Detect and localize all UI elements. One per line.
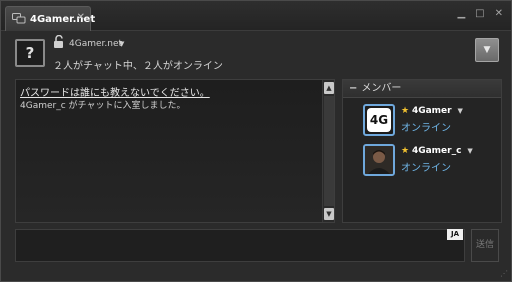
member-item[interactable]: ★ 4Gamer_c ▼ オンライン <box>363 144 499 176</box>
chat-scrollbar[interactable]: ▲ ▼ <box>322 80 334 222</box>
scroll-track[interactable] <box>324 96 334 206</box>
tab-4gamer[interactable]: 4Gamer.net ✕ <box>5 6 95 31</box>
maximize-icon[interactable]: □ <box>475 8 484 19</box>
star-icon: ★ <box>401 146 410 156</box>
avatar[interactable] <box>363 144 395 176</box>
unlock-icon <box>53 34 67 49</box>
chat-window: 4Gamer.net ✕ ▁ □ ✕ ? 4Gamer.net ▼ ２人がチャッ… <box>0 0 512 282</box>
scroll-up-icon[interactable]: ▲ <box>324 82 334 94</box>
tab-label: 4Gamer.net <box>30 13 96 25</box>
chat-bubble-icon <box>12 13 26 25</box>
collapse-icon[interactable]: − <box>349 83 357 94</box>
member-status: オンライン <box>401 163 451 174</box>
minimize-icon[interactable]: ▁ <box>457 8 465 19</box>
member-dropdown-icon[interactable]: ▼ <box>467 147 472 155</box>
tab-close-icon[interactable]: ✕ <box>77 12 85 23</box>
4gamer-logo: 4G <box>367 108 391 132</box>
tab-bar: 4Gamer.net ✕ ▁ □ ✕ <box>1 1 511 31</box>
help-button[interactable]: ? <box>15 39 45 67</box>
members-title: メンバー <box>361 83 402 94</box>
close-icon[interactable]: ✕ <box>495 8 503 19</box>
avatar[interactable]: 4G <box>363 104 395 136</box>
room-name[interactable]: 4Gamer.net <box>69 39 122 49</box>
send-button[interactable]: 送信 <box>471 229 499 262</box>
member-status: オンライン <box>401 123 451 134</box>
member-name[interactable]: ★ 4Gamer ▼ <box>401 106 463 116</box>
resize-grip-icon[interactable]: ⋰ <box>500 269 508 278</box>
message-input[interactable] <box>15 229 465 262</box>
chat-message: 4Gamer_c がチャットに入室しました。 <box>20 101 186 111</box>
chat-log: パスワードは誰にも教えないでください。 4Gamer_c がチャットに入室しまし… <box>15 79 335 223</box>
room-status: ２人がチャット中、２人がオンライン <box>53 61 223 72</box>
room-dropdown-icon[interactable]: ▼ <box>119 40 124 48</box>
chat-message: パスワードは誰にも教えないでください。 <box>20 88 210 99</box>
window-controls: ▁ □ ✕ <box>457 8 503 19</box>
scroll-down-icon[interactable]: ▼ <box>324 208 334 220</box>
menu-dropdown-button[interactable]: ▼ <box>475 38 499 62</box>
language-badge: JA <box>447 229 463 240</box>
person-photo-icon <box>365 146 393 174</box>
star-icon: ★ <box>401 106 410 116</box>
member-dropdown-icon[interactable]: ▼ <box>457 107 462 115</box>
member-item[interactable]: 4G ★ 4Gamer ▼ オンライン <box>363 104 499 136</box>
member-name[interactable]: ★ 4Gamer_c ▼ <box>401 146 473 156</box>
members-panel: − メンバー 4G ★ 4Gamer ▼ オンライン ★ 4Gamer_c ▼ … <box>342 79 502 223</box>
members-header[interactable]: − メンバー <box>343 80 501 98</box>
